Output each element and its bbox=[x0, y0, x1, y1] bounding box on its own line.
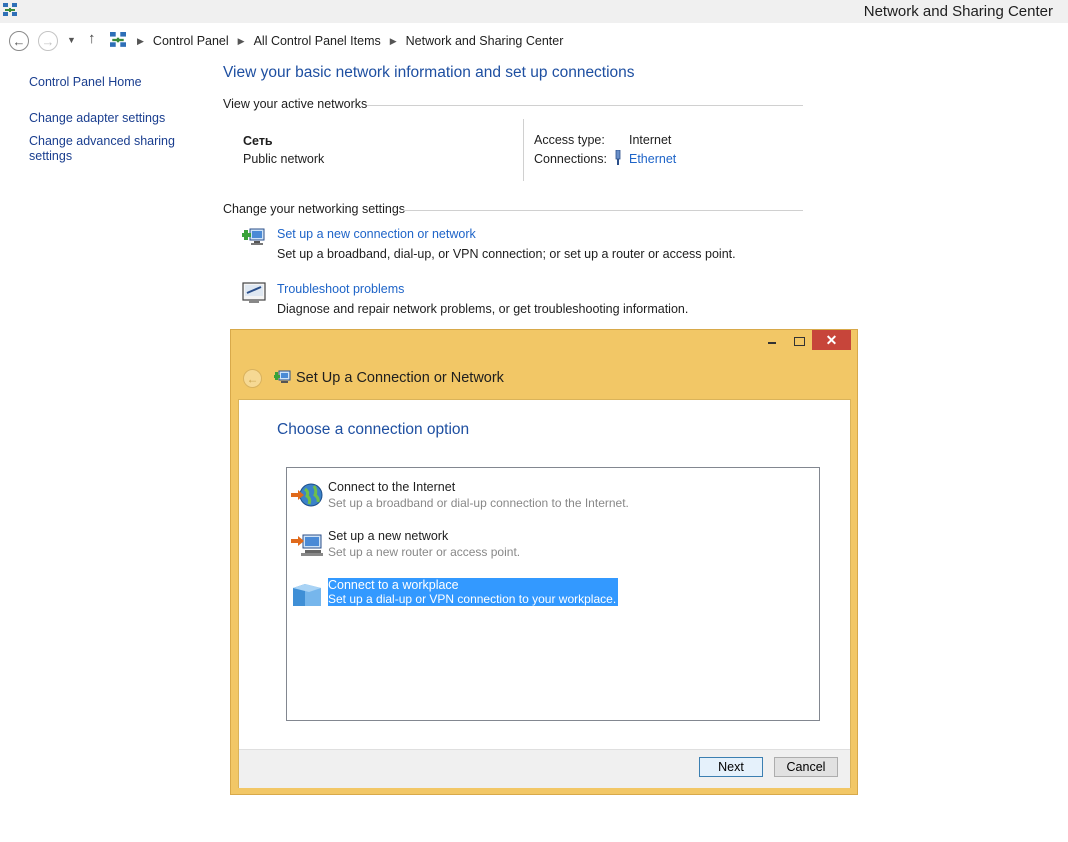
breadcrumb-control-panel[interactable]: Control Panel bbox=[153, 34, 229, 48]
sharing-link-line1: Change advanced sharing bbox=[29, 134, 175, 148]
ethernet-link[interactable]: Ethernet bbox=[629, 152, 676, 166]
workplace-icon bbox=[293, 584, 321, 606]
section-divider bbox=[403, 210, 803, 211]
connection-options-list[interactable]: Connect to the Internet Set up a broadba… bbox=[286, 467, 820, 721]
access-type-value: Internet bbox=[629, 133, 672, 147]
close-button[interactable]: ✕ bbox=[812, 330, 851, 350]
back-button[interactable]: ← bbox=[9, 31, 29, 51]
option-subtitle: Set up a dial-up or VPN connection to yo… bbox=[328, 592, 619, 606]
minimize-icon bbox=[768, 342, 776, 344]
active-networks-label: View your active networks bbox=[223, 97, 368, 111]
troubleshoot-link[interactable]: Troubleshoot problems bbox=[277, 282, 404, 296]
section-divider bbox=[367, 105, 803, 106]
maximize-button[interactable] bbox=[785, 332, 813, 350]
option-connect-internet[interactable]: Connect to the Internet Set up a broadba… bbox=[291, 480, 811, 512]
network-type: Public network bbox=[243, 152, 325, 166]
change-settings-label: Change your networking settings bbox=[223, 202, 406, 216]
option-connect-workplace[interactable]: Connect to a workplace Set up a dial-up … bbox=[291, 578, 811, 610]
dialog-back-button[interactable]: ← bbox=[243, 369, 262, 388]
dialog-title: Set Up a Connection or Network bbox=[296, 370, 504, 386]
next-button[interactable]: Next bbox=[699, 757, 763, 777]
network-name: Сеть bbox=[243, 134, 273, 148]
address-bar: ← → ▼ ↑ ▶ Control Panel ▶ All Control Pa… bbox=[0, 27, 1068, 55]
new-connection-icon bbox=[242, 228, 265, 245]
back-arrow-icon: ← bbox=[12, 33, 26, 49]
option-new-network[interactable]: Set up a new network Set up a new router… bbox=[291, 529, 811, 561]
network-app-icon bbox=[3, 3, 17, 16]
sharing-link-line2: settings bbox=[29, 149, 73, 163]
breadcrumb-chevron-icon[interactable]: ▶ bbox=[390, 36, 397, 47]
page-title: View your basic network information and … bbox=[223, 64, 635, 81]
network-location-icon bbox=[110, 32, 126, 47]
breadcrumb-chevron-icon[interactable]: ▶ bbox=[137, 36, 144, 47]
dialog-footer: Next Cancel bbox=[239, 749, 850, 788]
forward-button[interactable]: → bbox=[38, 31, 58, 51]
router-icon bbox=[291, 534, 323, 556]
option-title: Connect to a workplace bbox=[328, 578, 619, 592]
breadcrumb-chevron-icon[interactable]: ▶ bbox=[238, 36, 245, 47]
dialog-content: Choose a connection option Connect to th… bbox=[238, 399, 851, 788]
maximize-icon bbox=[793, 336, 805, 346]
setup-connection-description: Set up a broadband, dial-up, or VPN conn… bbox=[277, 247, 736, 261]
setup-network-icon bbox=[274, 370, 291, 383]
setup-connection-link[interactable]: Set up a new connection or network bbox=[277, 227, 476, 241]
option-subtitle: Set up a broadband or dial-up connection… bbox=[328, 496, 629, 510]
connections-label: Connections: bbox=[534, 152, 607, 166]
option-title: Connect to the Internet bbox=[328, 480, 456, 494]
troubleshoot-description: Diagnose and repair network problems, or… bbox=[277, 302, 689, 316]
control-panel-home-link[interactable]: Control Panel Home bbox=[29, 75, 142, 90]
setup-connection-dialog: ✕ ← Set Up a Connection or Network Choos… bbox=[230, 329, 858, 795]
minimize-button[interactable] bbox=[758, 332, 786, 350]
window-title: Network and Sharing Center bbox=[863, 3, 1053, 20]
globe-icon bbox=[291, 483, 323, 507]
ethernet-icon bbox=[615, 150, 621, 165]
breadcrumb: ▶ Control Panel ▶ All Control Panel Item… bbox=[128, 32, 563, 50]
change-advanced-sharing-link[interactable]: Change advanced sharing settings bbox=[29, 134, 175, 164]
cancel-button[interactable]: Cancel bbox=[774, 757, 838, 777]
option-subtitle: Set up a new router or access point. bbox=[328, 545, 521, 559]
network-divider bbox=[523, 119, 524, 181]
breadcrumb-all-items[interactable]: All Control Panel Items bbox=[254, 34, 381, 48]
back-arrow-icon: ← bbox=[246, 371, 259, 386]
forward-arrow-icon: → bbox=[41, 33, 55, 49]
chevron-down-icon: ▼ bbox=[67, 35, 76, 45]
access-type-label: Access type: bbox=[534, 133, 605, 147]
dialog-heading: Choose a connection option bbox=[277, 421, 470, 438]
up-button[interactable]: ↑ bbox=[88, 30, 96, 47]
breadcrumb-network-center[interactable]: Network and Sharing Center bbox=[406, 34, 564, 48]
change-adapter-settings-link[interactable]: Change adapter settings bbox=[29, 111, 165, 126]
title-bar: Network and Sharing Center bbox=[0, 0, 1068, 23]
close-icon: ✕ bbox=[825, 331, 838, 348]
up-arrow-icon: ↑ bbox=[88, 30, 96, 47]
selected-option-text: Connect to a workplace Set up a dial-up … bbox=[328, 578, 619, 606]
recent-locations-dropdown[interactable]: ▼ bbox=[67, 35, 76, 45]
troubleshoot-icon bbox=[242, 282, 266, 303]
option-title: Set up a new network bbox=[328, 529, 449, 543]
